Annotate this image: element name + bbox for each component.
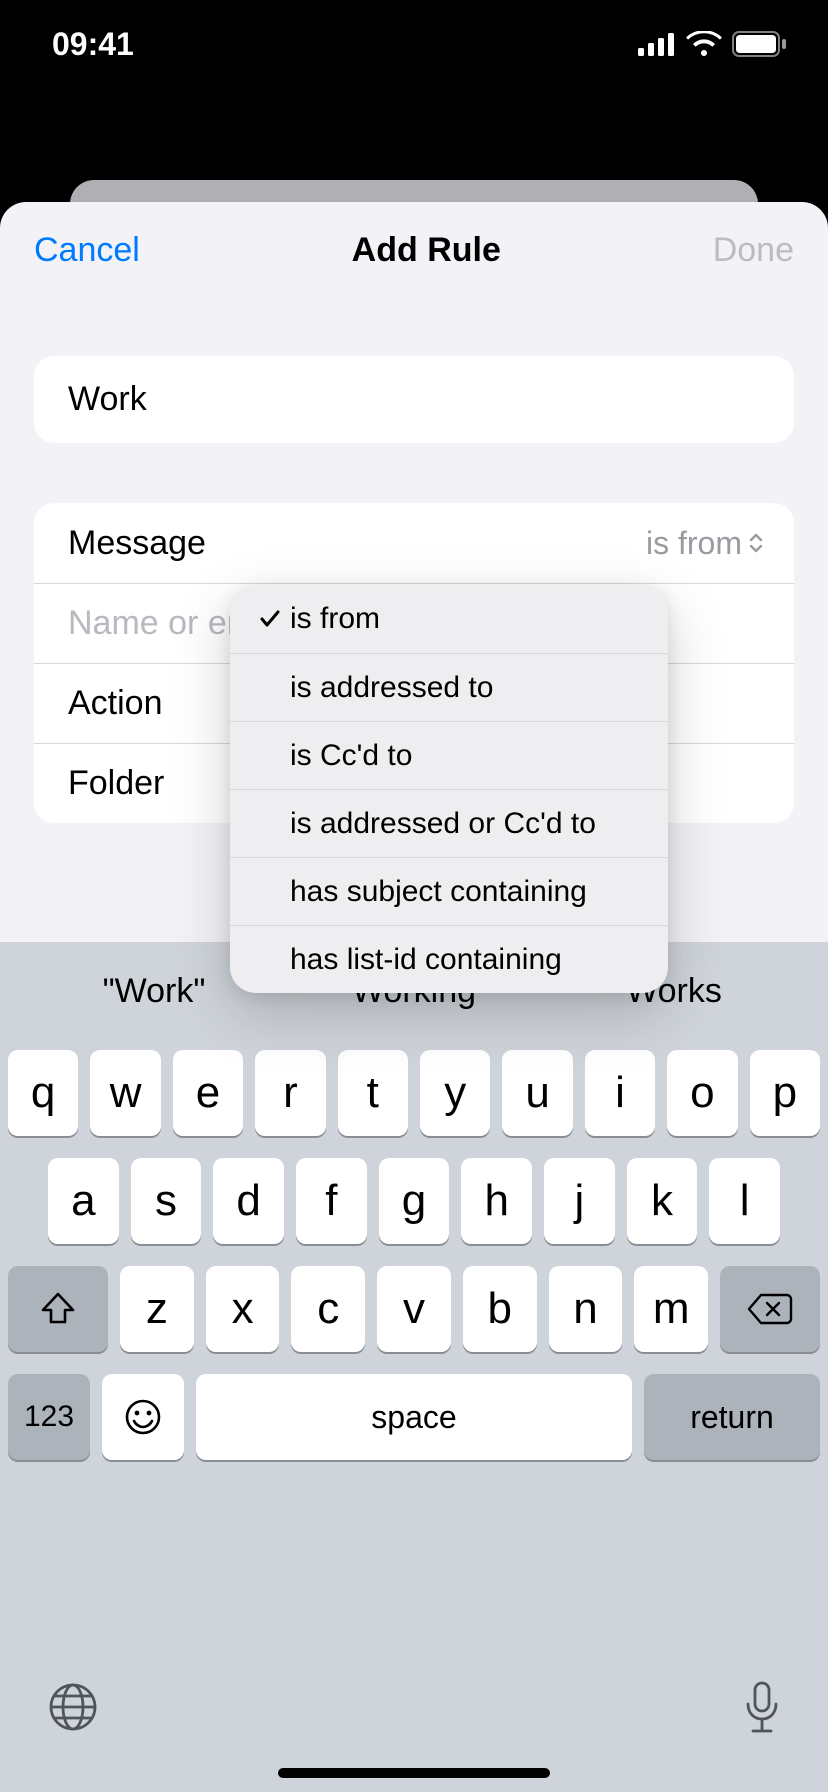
key-o[interactable]: o bbox=[667, 1050, 737, 1136]
condition-option[interactable]: is addressed to bbox=[230, 653, 668, 721]
folder-label: Folder bbox=[68, 764, 164, 803]
cellular-icon bbox=[638, 32, 676, 56]
globe-button[interactable] bbox=[46, 1680, 100, 1734]
key-shift[interactable] bbox=[8, 1266, 108, 1352]
key-g[interactable]: g bbox=[379, 1158, 450, 1244]
condition-option[interactable]: is from bbox=[230, 585, 668, 653]
condition-option-label: has list-id containing bbox=[290, 943, 562, 977]
status-icons bbox=[638, 31, 788, 57]
done-button[interactable]: Done bbox=[713, 231, 794, 270]
key-u[interactable]: u bbox=[502, 1050, 572, 1136]
key-n[interactable]: n bbox=[549, 1266, 623, 1352]
emoji-icon bbox=[123, 1397, 163, 1437]
key-q[interactable]: q bbox=[8, 1050, 78, 1136]
page-title: Add Rule bbox=[352, 231, 501, 270]
key-a[interactable]: a bbox=[48, 1158, 119, 1244]
status-time: 09:41 bbox=[52, 26, 134, 63]
rule-conditions-section: Message is from Action Folder is from is … bbox=[34, 503, 794, 823]
key-123[interactable]: 123 bbox=[8, 1374, 90, 1460]
checkmark-icon bbox=[250, 607, 290, 631]
delete-icon bbox=[747, 1292, 793, 1326]
key-v[interactable]: v bbox=[377, 1266, 451, 1352]
key-y[interactable]: y bbox=[420, 1050, 490, 1136]
condition-option[interactable]: has list-id containing bbox=[230, 925, 668, 993]
message-condition-value: is from bbox=[646, 525, 742, 562]
condition-dropdown: is from is addressed to is Cc'd to is addre… bbox=[230, 585, 668, 993]
key-h[interactable]: h bbox=[461, 1158, 532, 1244]
home-indicator bbox=[278, 1768, 550, 1778]
status-bar: 09:41 bbox=[0, 0, 828, 88]
key-t[interactable]: t bbox=[338, 1050, 408, 1136]
key-r[interactable]: r bbox=[255, 1050, 325, 1136]
keyboard-keys: qwertyuiop asdfghjkl zxcvbnm 123 space r… bbox=[0, 1040, 828, 1672]
key-e[interactable]: e bbox=[173, 1050, 243, 1136]
microphone-icon bbox=[742, 1680, 782, 1736]
condition-option-label: is addressed to bbox=[290, 671, 493, 705]
wifi-icon bbox=[686, 31, 722, 57]
key-l[interactable]: l bbox=[709, 1158, 780, 1244]
key-f[interactable]: f bbox=[296, 1158, 367, 1244]
action-label: Action bbox=[68, 684, 163, 723]
key-z[interactable]: z bbox=[120, 1266, 194, 1352]
add-rule-sheet: Cancel Add Rule Done Message is from Act… bbox=[0, 202, 828, 1792]
rule-name-section bbox=[34, 356, 794, 443]
message-row[interactable]: Message is from bbox=[34, 503, 794, 583]
battery-icon bbox=[732, 31, 788, 57]
key-b[interactable]: b bbox=[463, 1266, 537, 1352]
condition-option-label: is from bbox=[290, 602, 380, 636]
keyboard: "Work" Working Works qwertyuiop asdfghjk… bbox=[0, 942, 828, 1792]
key-i[interactable]: i bbox=[585, 1050, 655, 1136]
key-c[interactable]: c bbox=[291, 1266, 365, 1352]
key-p[interactable]: p bbox=[750, 1050, 820, 1136]
condition-option[interactable]: is Cc'd to bbox=[230, 721, 668, 789]
key-d[interactable]: d bbox=[213, 1158, 284, 1244]
key-delete[interactable] bbox=[720, 1266, 820, 1352]
key-space[interactable]: space bbox=[196, 1374, 632, 1460]
nav-bar: Cancel Add Rule Done bbox=[0, 202, 828, 298]
condition-option-label: is addressed or Cc'd to bbox=[290, 807, 596, 841]
condition-option[interactable]: has subject containing bbox=[230, 857, 668, 925]
key-j[interactable]: j bbox=[544, 1158, 615, 1244]
cancel-button[interactable]: Cancel bbox=[34, 231, 140, 270]
rule-name-input[interactable] bbox=[34, 356, 794, 443]
condition-option-label: is Cc'd to bbox=[290, 739, 412, 773]
key-emoji[interactable] bbox=[102, 1374, 184, 1460]
key-w[interactable]: w bbox=[90, 1050, 160, 1136]
key-m[interactable]: m bbox=[634, 1266, 708, 1352]
globe-icon bbox=[46, 1680, 100, 1734]
condition-option[interactable]: is addressed or Cc'd to bbox=[230, 789, 668, 857]
chevron-updown-icon bbox=[748, 531, 764, 555]
condition-option-label: has subject containing bbox=[290, 875, 587, 909]
key-return[interactable]: return bbox=[644, 1374, 820, 1460]
dictate-button[interactable] bbox=[742, 1680, 782, 1736]
key-k[interactable]: k bbox=[627, 1158, 698, 1244]
message-label: Message bbox=[68, 524, 206, 563]
shift-icon bbox=[39, 1290, 77, 1328]
message-condition-picker[interactable]: is from bbox=[646, 525, 764, 562]
key-x[interactable]: x bbox=[206, 1266, 280, 1352]
key-s[interactable]: s bbox=[131, 1158, 202, 1244]
